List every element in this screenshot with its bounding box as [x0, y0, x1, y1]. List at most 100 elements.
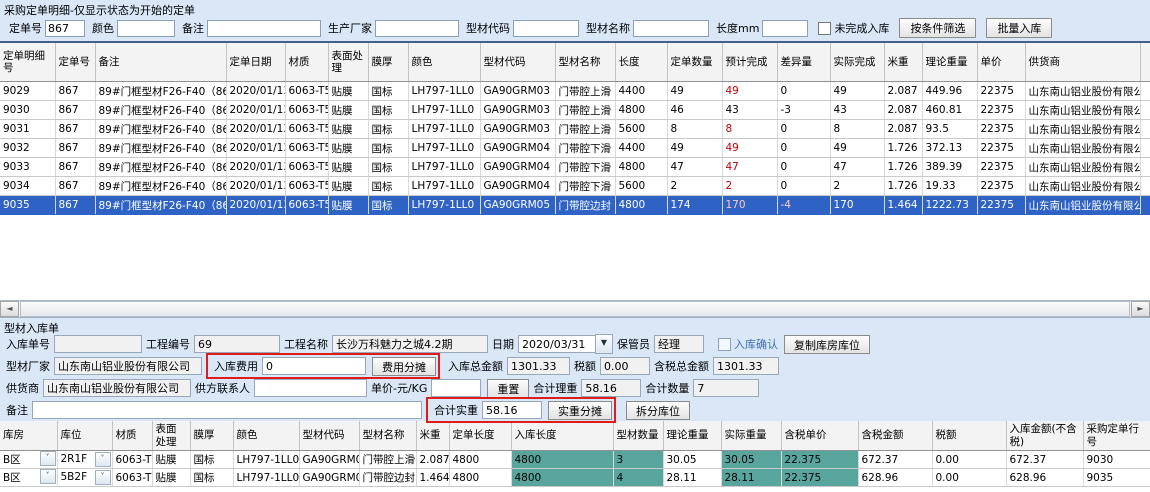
filter-input-profile-code[interactable]	[513, 20, 579, 37]
cell[interactable]: 6063-T5	[285, 101, 328, 120]
column-header[interactable]: 定单号	[55, 43, 95, 82]
cell[interactable]: 867	[55, 139, 95, 158]
filter-input-manufacturer[interactable]	[375, 20, 459, 37]
column-header[interactable]: 型材代码	[299, 421, 359, 451]
cell[interactable]: 49	[667, 82, 722, 101]
cell[interactable]: ˅2R1F	[57, 451, 112, 469]
cell[interactable]: 49	[830, 139, 884, 158]
cell[interactable]: GA90GRM03	[480, 120, 555, 139]
cell[interactable]: ˅5B2F	[57, 469, 112, 487]
column-header[interactable]: 理论重量	[922, 43, 977, 82]
cell[interactable]: 0.00	[932, 451, 1006, 469]
cell[interactable]: 628.96	[1006, 469, 1083, 487]
column-header[interactable]: 差异量	[777, 43, 830, 82]
cell[interactable]: 2.087	[884, 82, 922, 101]
cell[interactable]: 47	[830, 158, 884, 177]
cell[interactable]: 山东南山铝业股份有限公司	[1025, 139, 1140, 158]
column-header[interactable]: 单价	[977, 43, 1025, 82]
table-row[interactable]: 903186789#门框型材F26-F40（866+867）2020/01/13…	[0, 120, 1150, 139]
table-row[interactable]: 903486789#门框型材F26-F40（866+867）2020/01/13…	[0, 177, 1150, 196]
column-header[interactable]: 材质	[112, 421, 152, 451]
cell[interactable]: 867	[55, 196, 95, 215]
column-header[interactable]: 定单日期	[226, 43, 285, 82]
cell[interactable]: 49	[722, 82, 777, 101]
supplier-contact-field[interactable]	[254, 379, 367, 397]
cell[interactable]: 93.5	[922, 120, 977, 139]
cell[interactable]: 门带腔上滑	[359, 451, 416, 469]
cell[interactable]: 49	[722, 139, 777, 158]
cell[interactable]: 8	[667, 120, 722, 139]
table-row[interactable]: 903086789#门框型材F26-F40（866+867）2020/01/13…	[0, 101, 1150, 120]
cell[interactable]: 门带腔边封	[359, 469, 416, 487]
cell[interactable]: 22375	[977, 196, 1025, 215]
cell[interactable]: 4	[613, 469, 663, 487]
column-header[interactable]: 颜色	[408, 43, 480, 82]
cell[interactable]: 2020/01/13	[226, 101, 285, 120]
cell[interactable]: GA90GRM03	[480, 82, 555, 101]
cell[interactable]: 47	[722, 158, 777, 177]
column-header[interactable]: 供货商	[1025, 43, 1140, 82]
receipt-no-field[interactable]	[54, 335, 142, 353]
cell[interactable]: 0	[777, 82, 830, 101]
cell[interactable]: LH797-1LL0	[408, 139, 480, 158]
cell[interactable]: 1222.73	[922, 196, 977, 215]
cell[interactable]: 170	[722, 196, 777, 215]
cell[interactable]: 4800	[615, 158, 667, 177]
cell[interactable]: 国标	[368, 120, 408, 139]
actual-weight-allocate-button[interactable]: 实重分摊	[548, 401, 612, 420]
column-header[interactable]: 入库长度	[511, 421, 613, 451]
table-row[interactable]: 903286789#门框型材F26-F40（866+867）2020/01/13…	[0, 139, 1150, 158]
cell[interactable]: 0	[777, 139, 830, 158]
unfinished-inbound-checkbox[interactable]	[818, 22, 831, 35]
cell[interactable]: 89#门框型材F26-F40（866+867）	[95, 139, 226, 158]
cell[interactable]: LH797-1LL0	[408, 82, 480, 101]
cell[interactable]: 9035	[1083, 469, 1150, 487]
column-header[interactable]: 型材数量	[613, 421, 663, 451]
cell[interactable]: -3	[777, 101, 830, 120]
table-row[interactable]: 903586789#门框型材F26-F40（866+867）2020/01/13…	[0, 196, 1150, 215]
cell[interactable]: 2.087	[884, 120, 922, 139]
cell[interactable]: 46	[667, 101, 722, 120]
total-amount-field[interactable]	[507, 357, 570, 375]
cell[interactable]: 30.05	[663, 451, 721, 469]
cell[interactable]: 9035	[0, 196, 55, 215]
cell[interactable]: 460.81	[922, 101, 977, 120]
scroll-right-icon[interactable]: ►	[1131, 301, 1150, 317]
cell[interactable]: 门带腔上滑	[555, 120, 615, 139]
inbound-confirm-checkbox[interactable]	[718, 338, 731, 351]
cell[interactable]: 5600	[615, 177, 667, 196]
reset-button[interactable]: 重置	[487, 379, 529, 398]
cell[interactable]: 8	[722, 120, 777, 139]
cell[interactable]: 19.33	[922, 177, 977, 196]
column-header[interactable]: 表面处理	[328, 43, 368, 82]
cell[interactable]: 47	[667, 158, 722, 177]
keeper-field[interactable]	[654, 335, 704, 353]
table-row[interactable]: ˅B区˅5B2F6063-T5贴膜国标LH797-1LL0GA90GRM05门带…	[0, 469, 1150, 487]
cell[interactable]: 4400	[615, 139, 667, 158]
cell[interactable]: 6063-T5	[112, 469, 152, 487]
cell[interactable]: LH797-1LL0	[408, 120, 480, 139]
date-field[interactable]	[518, 335, 595, 353]
column-header[interactable]: 定单明细号	[0, 43, 55, 82]
filter-input-length[interactable]	[762, 20, 808, 37]
cell[interactable]: LH797-1LL0	[233, 451, 299, 469]
cell[interactable]: ˅B区	[0, 469, 57, 487]
cell[interactable]: 6063-T5	[285, 139, 328, 158]
date-picker[interactable]: ▼	[518, 334, 613, 354]
unit-price-field[interactable]	[431, 379, 481, 397]
cell[interactable]: LH797-1LL0	[408, 158, 480, 177]
cell[interactable]: GA90GRM05	[480, 196, 555, 215]
cell[interactable]: 9029	[0, 82, 55, 101]
cell[interactable]: 449.96	[922, 82, 977, 101]
cell[interactable]: -4	[777, 196, 830, 215]
cell[interactable]: 山东南山铝业股份有限公司	[1025, 177, 1140, 196]
cell[interactable]: 国标	[190, 469, 233, 487]
cell[interactable]: GA90GRM05	[299, 469, 359, 487]
cell[interactable]: 672.37	[858, 451, 932, 469]
column-header[interactable]: 定单数量	[667, 43, 722, 82]
column-header[interactable]: 实际完成	[830, 43, 884, 82]
cell[interactable]: 2020/01/13	[226, 196, 285, 215]
cell[interactable]: 山东南山铝业股份有限公司	[1025, 120, 1140, 139]
cell[interactable]: 2	[667, 177, 722, 196]
table-row[interactable]: 902986789#门框型材F26-F40（866+867）2020/01/13…	[0, 82, 1150, 101]
